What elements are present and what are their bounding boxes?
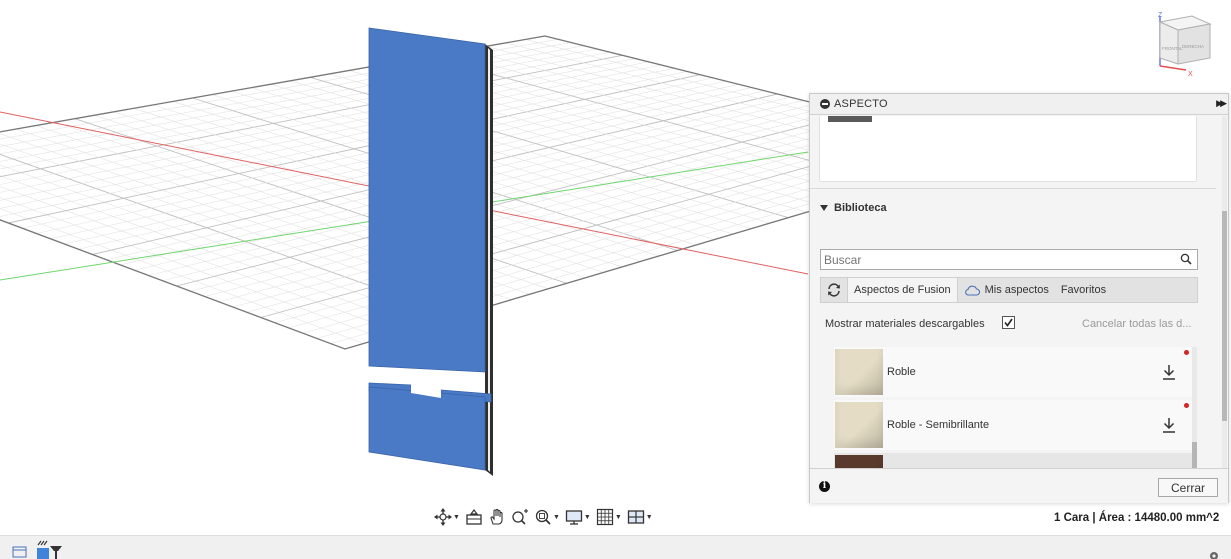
timeline-bar [0,535,1231,559]
pan-icon [490,508,503,525]
zoom-window-button[interactable]: ▼ [532,506,562,528]
navigation-toolbar: ▼ ▼ ▼ ▼ ▼ [432,506,655,528]
info-icon[interactable]: i [819,481,830,492]
section-divider [810,188,1216,189]
zoom-window-icon [535,509,551,525]
settings-gear-icon[interactable] [1208,550,1220,559]
panel-header[interactable]: ASPECTO ▶▶ [810,94,1228,115]
grid-icon [596,508,613,526]
viewcube-right-label[interactable]: DERECHA [1182,44,1204,49]
grid-button[interactable]: ▼ [594,506,624,528]
orbit-icon [434,508,452,526]
library-tabs: Aspectos de Fusion Mis aspectos Favorito… [820,277,1198,303]
tab-my-appearances-label: Mis aspectos [984,284,1049,296]
body-side-highlight [488,48,490,472]
show-downloadable-checkbox[interactable] [1002,316,1015,329]
checkmark-icon [1004,318,1013,327]
viewports-icon [627,510,644,524]
caret-down-icon[interactable]: ▼ [615,514,622,521]
zoom-icon [512,509,528,525]
caret-down-icon[interactable]: ▼ [646,514,653,521]
material-thumbnail [835,455,883,468]
zoom-button[interactable] [509,506,531,528]
viewcube[interactable]: Z X FRONTAL DERECHA [1152,8,1216,78]
expand-panel-icon[interactable]: ▶▶ [1216,98,1227,109]
collapse-icon[interactable] [820,99,830,109]
material-item[interactable]: Roble [834,347,1192,397]
appearance-thumbnail[interactable] [828,116,872,122]
viewcube-front-label[interactable]: FRONTAL [1162,46,1183,51]
appearance-panel: ASPECTO ▶▶ Biblioteca Buscar Aspectos de… [809,93,1229,503]
panel-body: Biblioteca Aspectos de Fusion [810,116,1228,468]
material-label: Roble [887,366,916,378]
panel-scroll-thumb[interactable] [1222,211,1227,421]
caret-down-icon[interactable]: ▼ [453,514,460,521]
material-item[interactable]: Bambú oscuro - Semibrillante [834,453,1192,468]
library-heading: Biblioteca [834,202,887,214]
show-downloadable-label: Mostrar materiales descargables [825,318,985,330]
pan-button[interactable] [486,506,508,528]
look-at-icon [466,509,482,525]
download-icon[interactable] [1162,416,1176,434]
material-label: Roble - Semibrillante [887,419,990,431]
download-icon[interactable] [1162,363,1176,381]
material-list: Roble Roble - Semibrillante Bambú oscuro -… [834,347,1192,468]
search-icon[interactable] [1180,253,1192,265]
refresh-icon [828,283,840,297]
list-scrollbar[interactable] [1192,347,1197,468]
viewports-button[interactable]: ▼ [625,506,655,528]
caret-down-icon[interactable]: ▼ [584,514,591,521]
material-thumbnail [835,402,883,448]
cancel-all-downloads-link[interactable]: Cancelar todas las d... [1082,318,1191,330]
material-thumbnail [835,349,883,395]
material-item[interactable]: Roble - Semibrillante [834,400,1192,450]
selected-body-lower [368,386,486,471]
panel-footer: i Cerrar [810,468,1228,503]
new-indicator-dot [1184,350,1189,355]
triangle-down-icon [820,205,828,211]
list-scroll-thumb[interactable] [1192,442,1197,468]
caret-down-icon[interactable]: ▼ [553,514,560,521]
search-input[interactable] [824,252,1164,267]
selected-body-upper [368,27,486,373]
viewcube-z-label: Z [1158,12,1163,19]
close-button[interactable]: Cerrar [1158,478,1218,497]
library-section-toggle[interactable]: Biblioteca [820,202,887,214]
orbit-button[interactable]: ▼ [432,506,462,528]
search-field[interactable] [820,249,1198,270]
cloud-icon [964,285,980,296]
body-icon[interactable] [36,540,66,559]
timeline-icon[interactable] [12,544,28,558]
in-model-appearances [819,116,1197,182]
tab-favorites[interactable]: Favoritos [1055,278,1112,302]
display-settings-button[interactable]: ▼ [563,506,593,528]
display-settings-icon [565,510,583,525]
refresh-button[interactable] [821,278,848,302]
panel-title: ASPECTO [834,98,888,110]
new-indicator-dot [1184,403,1189,408]
selection-status: 1 Cara | Área : 14480.00 mm^2 [1054,512,1220,524]
panel-scrollbar[interactable] [1222,116,1227,468]
viewcube-x-label: X [1188,71,1193,78]
look-at-button[interactable] [463,506,485,528]
tab-my-appearances[interactable]: Mis aspectos [958,278,1055,302]
tab-fusion-appearances[interactable]: Aspectos de Fusion [848,278,958,302]
